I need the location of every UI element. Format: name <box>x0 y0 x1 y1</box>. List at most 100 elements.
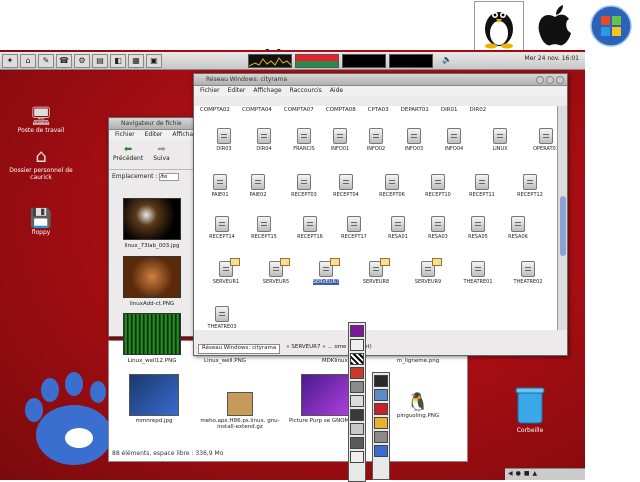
desktop-icon-computer[interactable]: 🖥 Poste de travail <box>6 106 76 134</box>
network-monitor[interactable] <box>342 53 386 68</box>
menu-file[interactable]: Fichier <box>115 130 135 140</box>
tray-icon[interactable]: ◀ <box>508 470 513 479</box>
network-share[interactable]: THEATRE02 <box>506 261 550 285</box>
tool-icon[interactable] <box>350 423 364 435</box>
network-share[interactable]: RECEPT06 <box>370 174 414 198</box>
network-share[interactable]: SERVEUR1 <box>204 258 248 285</box>
tray-icon[interactable]: ■ <box>524 470 530 479</box>
file-item[interactable]: meho.apx.H86.ps.linux. gnu-install-exten… <box>200 392 280 430</box>
tool-icon[interactable] <box>374 403 388 415</box>
tool-icon[interactable] <box>350 437 364 449</box>
tool-icon[interactable] <box>350 451 364 463</box>
share-label[interactable]: COMPTA07 <box>284 107 314 113</box>
network-share[interactable]: RECEPT11 <box>460 174 504 198</box>
tool-icon[interactable] <box>350 353 364 365</box>
launcher-icon[interactable]: ▦ <box>128 53 144 68</box>
memory-monitor[interactable] <box>295 53 339 68</box>
launcher-icon[interactable]: ▤ <box>92 53 108 68</box>
location-input[interactable] <box>159 173 180 181</box>
network-share[interactable]: SERVEUR7 <box>304 258 348 285</box>
file-item[interactable]: mmnrepd.jpg <box>114 374 194 424</box>
network-share[interactable]: RECEPT14 <box>200 216 244 240</box>
tool-icon[interactable] <box>350 395 364 407</box>
file-item[interactable]: m_ligneme.png <box>378 358 458 364</box>
network-share[interactable]: RECEPT10 <box>416 174 460 198</box>
network-share[interactable]: SERVEUR9 <box>406 258 450 285</box>
launcher-icon[interactable]: ☎ <box>56 53 72 68</box>
launcher-icon[interactable]: ⌂ <box>20 53 36 68</box>
cpu-monitor[interactable] <box>248 53 292 68</box>
network-share[interactable]: INFO03 <box>392 128 436 152</box>
title-bar[interactable]: Navigateur de fichie <box>109 118 202 130</box>
menu-shortcuts[interactable]: Raccourcis <box>290 86 322 96</box>
tool-icon[interactable] <box>374 389 388 401</box>
network-share[interactable]: THEATRE01 <box>456 261 500 285</box>
network-share[interactable]: DIR03 <box>202 128 246 152</box>
launcher-icon[interactable]: ▣ <box>146 53 162 68</box>
network-share[interactable]: RECEPT03 <box>282 174 326 198</box>
share-label[interactable]: DEPART01 <box>401 107 429 113</box>
desktop-icon-floppy[interactable]: 💾 floppy <box>6 208 76 236</box>
tool-icon[interactable] <box>374 431 388 443</box>
network-share[interactable]: DIR04 <box>242 128 286 152</box>
file-item[interactable]: MDKlinux.jpg <box>300 358 380 364</box>
tool-icon[interactable] <box>350 367 364 379</box>
network-share[interactable]: RECEPT17 <box>332 216 376 240</box>
network-share[interactable]: RECEPT15 <box>242 216 286 240</box>
vertical-scrollbar[interactable] <box>557 106 567 330</box>
file-item[interactable]: 🐧 pinguoling.PNG <box>378 392 458 419</box>
desktop-icon-trash[interactable]: Corbeille <box>505 385 555 434</box>
scrollbar-thumb[interactable] <box>560 196 566 256</box>
maximize-button[interactable] <box>546 76 554 84</box>
share-label[interactable]: DIR01 <box>441 107 458 113</box>
tool-icon[interactable] <box>350 381 364 393</box>
tool-icon[interactable] <box>350 409 364 421</box>
gnome-menu-icon[interactable]: ✦ <box>2 53 18 68</box>
tray-icon[interactable]: ▲ <box>533 470 538 479</box>
menu-view[interactable]: Afficha <box>172 130 193 140</box>
network-share[interactable]: SERVEUR8 <box>354 258 398 285</box>
network-share[interactable]: RECEPT12 <box>508 174 552 198</box>
network-share[interactable]: RECEPT16 <box>288 216 332 240</box>
tool-icon[interactable] <box>350 339 364 351</box>
network-share[interactable]: SERVEUR5 <box>254 258 298 285</box>
file-item[interactable]: linuxAdd-ct.PNG <box>112 256 192 307</box>
network-share[interactable]: RESA05 <box>456 216 500 240</box>
close-button[interactable] <box>556 76 564 84</box>
menu-help[interactable]: Aide <box>330 86 343 96</box>
network-combo[interactable]: Réseau Windows: cityrama <box>198 344 281 354</box>
menu-file[interactable]: Fichier <box>200 86 220 96</box>
share-label[interactable]: COMPTA02 <box>200 107 230 113</box>
tool-icon[interactable] <box>374 445 388 457</box>
share-label[interactable]: DIR02 <box>470 107 487 113</box>
back-button[interactable]: ⬅ Précédent <box>113 144 143 165</box>
menu-edit[interactable]: Editer <box>228 86 246 96</box>
network-share[interactable]: RESA01 <box>376 216 420 240</box>
tool-icon[interactable] <box>374 375 388 387</box>
tool-icon[interactable] <box>374 417 388 429</box>
network-share[interactable]: LINUX <box>478 128 522 152</box>
share-label[interactable]: COMPTA04 <box>242 107 272 113</box>
load-monitor[interactable] <box>389 53 433 68</box>
network-share[interactable]: RECEPT04 <box>324 174 368 198</box>
network-share[interactable]: RESA06 <box>496 216 540 240</box>
network-share[interactable]: THEATRE03 <box>200 306 244 330</box>
share-label[interactable]: COMPTA08 <box>326 107 356 113</box>
share-label[interactable]: CPTA03 <box>368 107 389 113</box>
volume-icon[interactable]: 🔈 <box>439 54 455 68</box>
launcher-icon[interactable]: ✎ <box>38 53 54 68</box>
file-item[interactable]: Linux_well12.PNG <box>112 313 192 364</box>
clock[interactable]: Mer 24 nov. 16:01 <box>525 55 579 62</box>
tray-icon[interactable]: ● <box>516 470 521 479</box>
tool-icon[interactable] <box>350 325 364 337</box>
launcher-icon[interactable]: ⚙ <box>74 53 90 68</box>
title-bar[interactable]: Réseau Windows: cityrama <box>194 74 567 86</box>
menu-view[interactable]: Affichage <box>253 86 281 96</box>
menu-edit[interactable]: Editer <box>145 130 163 140</box>
file-item[interactable]: Linux_well.PNG <box>185 358 265 364</box>
network-share[interactable]: PAIE02 <box>236 174 280 198</box>
desktop-icon-home[interactable]: ⌂ Dossier personnel de caurick <box>6 146 76 181</box>
network-share[interactable]: RESA03 <box>416 216 460 240</box>
launcher-icon[interactable]: ◧ <box>110 53 126 68</box>
file-item[interactable]: linux_73lab_003.jpg <box>112 198 192 249</box>
